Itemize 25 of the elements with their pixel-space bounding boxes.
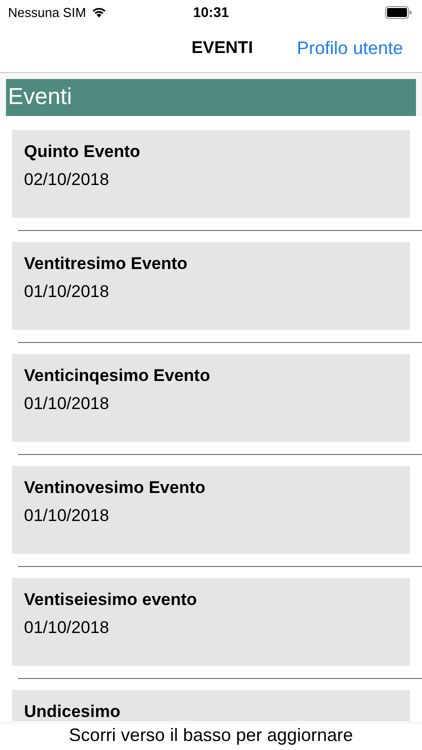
event-date: 01/10/2018 <box>24 506 110 526</box>
battery-icon <box>385 6 412 18</box>
wifi-icon <box>91 6 108 18</box>
event-card[interactable]: Ventiseiesimo evento 01/10/2018 <box>12 578 410 666</box>
event-card[interactable]: Ventitresimo Evento 01/10/2018 <box>12 242 410 330</box>
event-card[interactable]: Ventinovesimo Evento 01/10/2018 <box>12 466 410 554</box>
event-title: Undicesimo <box>24 702 122 721</box>
event-title: Venticinqesimo Evento <box>24 366 212 386</box>
event-date: 01/10/2018 <box>24 282 110 302</box>
carrier-label: Nessuna SIM <box>8 4 86 20</box>
nav-title: EVENTI <box>192 38 253 58</box>
refresh-hint: Scorri verso il basso per aggiornare <box>68 725 354 745</box>
section-header: Eventi <box>6 79 416 116</box>
status-time: 10:31 <box>193 4 229 20</box>
event-title: Ventinovesimo Evento <box>24 478 206 498</box>
event-date: 01/10/2018 <box>24 394 110 414</box>
event-card[interactable]: Venticinqesimo Evento 01/10/2018 <box>12 354 410 442</box>
event-title: Ventiseiesimo evento <box>24 590 198 610</box>
event-date: 01/10/2018 <box>24 618 110 638</box>
event-date: 02/10/2018 <box>24 170 110 190</box>
event-card[interactable]: Undicesimo <box>12 690 410 721</box>
event-title: Ventitresimo Evento <box>24 254 188 274</box>
event-card[interactable]: Quinto Evento 02/10/2018 <box>12 130 410 218</box>
event-title: Quinto Evento <box>24 142 142 162</box>
profile-link[interactable]: Profilo utente <box>296 38 403 58</box>
